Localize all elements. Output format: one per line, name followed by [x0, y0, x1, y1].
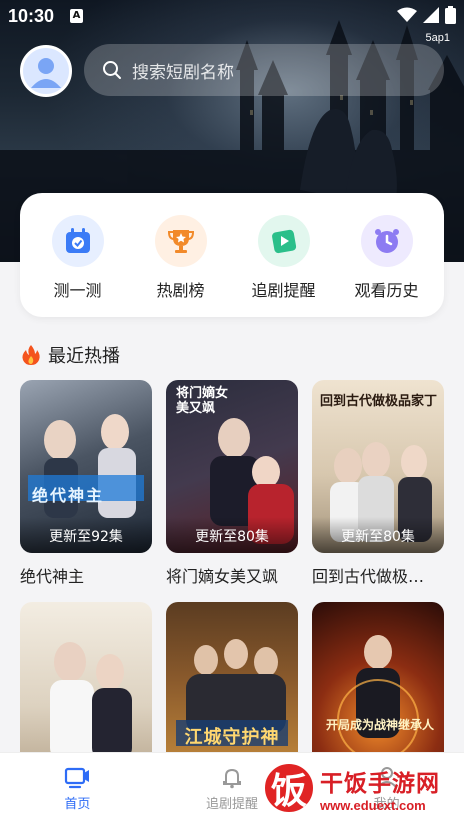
quick-action-label: 追剧提醒 [251, 281, 316, 300]
poster-title-text: 江城守护神 [184, 727, 280, 748]
clock-icon [360, 215, 413, 267]
poster-title-text: 将门嫡女美又飒 [176, 386, 229, 416]
tab-label: 首页 [64, 797, 91, 812]
quick-action-history[interactable]: 观看历史 [337, 193, 437, 317]
poster-art [176, 639, 288, 746]
tab-label: 追剧提醒 [206, 797, 259, 812]
fire-icon [22, 345, 40, 365]
drama-card[interactable]: 开局成为战神继承人 [312, 602, 444, 775]
drama-poster[interactable]: 将门嫡女美又飒 更新至80集 [166, 380, 298, 553]
episode-badge: 更新至80集 [166, 517, 298, 553]
search-input[interactable]: 搜索短剧名称 [84, 44, 444, 96]
quick-action-label: 测一测 [53, 281, 102, 300]
drama-title: 绝代神主 [20, 567, 85, 586]
quick-action-test[interactable]: 测一测 [28, 193, 128, 317]
quick-action-label: 观看历史 [354, 281, 419, 300]
signal-icon [423, 7, 439, 23]
trophy-icon [154, 215, 207, 267]
carrier-text: 5ap1 [425, 32, 450, 44]
user-avatar-icon [23, 48, 69, 94]
quick-actions-card: 测一测 热剧榜 追剧提醒 观看历史 [20, 193, 444, 317]
search-placeholder: 搜索短剧名称 [132, 62, 234, 83]
drama-poster[interactable]: 回到古代做极品家丁 更新至80集 [312, 380, 444, 553]
poster-title-text: 回到古代做极品家丁 [320, 394, 438, 409]
play-tag-icon [257, 215, 310, 267]
poster-title-text: 开局成为战神继承人 [325, 718, 434, 732]
poster-art [337, 635, 419, 761]
section-title-text: 最近热播 [48, 346, 120, 367]
avatar[interactable] [20, 45, 72, 97]
watermark-url: www.eduext.com [320, 797, 426, 813]
episode-badge: 更新至80集 [312, 517, 444, 553]
battery-icon [445, 6, 456, 24]
status-time: 10:30 [8, 6, 55, 26]
drama-card[interactable]: 将门嫡女美又飒 更新至80集 将门嫡女美又飒 [166, 380, 298, 587]
watermark-logo: 饭 [262, 761, 316, 815]
search-icon [103, 61, 121, 79]
drama-title: 回到古代做极… [312, 567, 425, 586]
bell-icon [223, 768, 241, 789]
wifi-icon [397, 7, 417, 22]
drama-poster[interactable] [20, 602, 152, 775]
tab-home[interactable]: 首页 [0, 753, 155, 824]
drama-card[interactable] [20, 602, 152, 775]
notification-icon: A [70, 9, 83, 23]
quick-action-label: 热剧榜 [156, 281, 205, 300]
drama-card[interactable]: 江城守护神 [166, 602, 298, 775]
drama-poster[interactable]: 绝代神主 更新至92集 [20, 380, 152, 553]
watermark-name: 干饭手游网 [320, 770, 440, 797]
watermark-text: 干饭手游网 www.eduext.com [320, 764, 440, 813]
status-bar: 10:30 A 5ap1 [0, 0, 464, 44]
drama-poster[interactable]: 开局成为战神继承人 [312, 602, 444, 775]
drama-card[interactable]: 绝代神主 更新至92集 绝代神主 [20, 380, 152, 587]
drama-poster[interactable]: 江城守护神 [166, 602, 298, 775]
quick-action-reminder[interactable]: 追剧提醒 [234, 193, 334, 317]
tv-icon [65, 767, 90, 789]
poster-art [50, 642, 132, 760]
status-icons [397, 6, 456, 24]
poster-title-text: 绝代神主 [32, 486, 105, 505]
episode-badge: 更新至92集 [20, 517, 152, 553]
site-watermark: 饭 干饭手游网 www.eduext.com [262, 757, 462, 819]
drama-card[interactable]: 回到古代做极品家丁 更新至80集 回到古代做极… [312, 380, 444, 587]
section-title: 最近热播 [20, 342, 120, 368]
drama-title: 将门嫡女美又飒 [166, 567, 279, 586]
quick-action-ranking[interactable]: 热剧榜 [131, 193, 231, 317]
calendar-check-icon [51, 215, 104, 267]
